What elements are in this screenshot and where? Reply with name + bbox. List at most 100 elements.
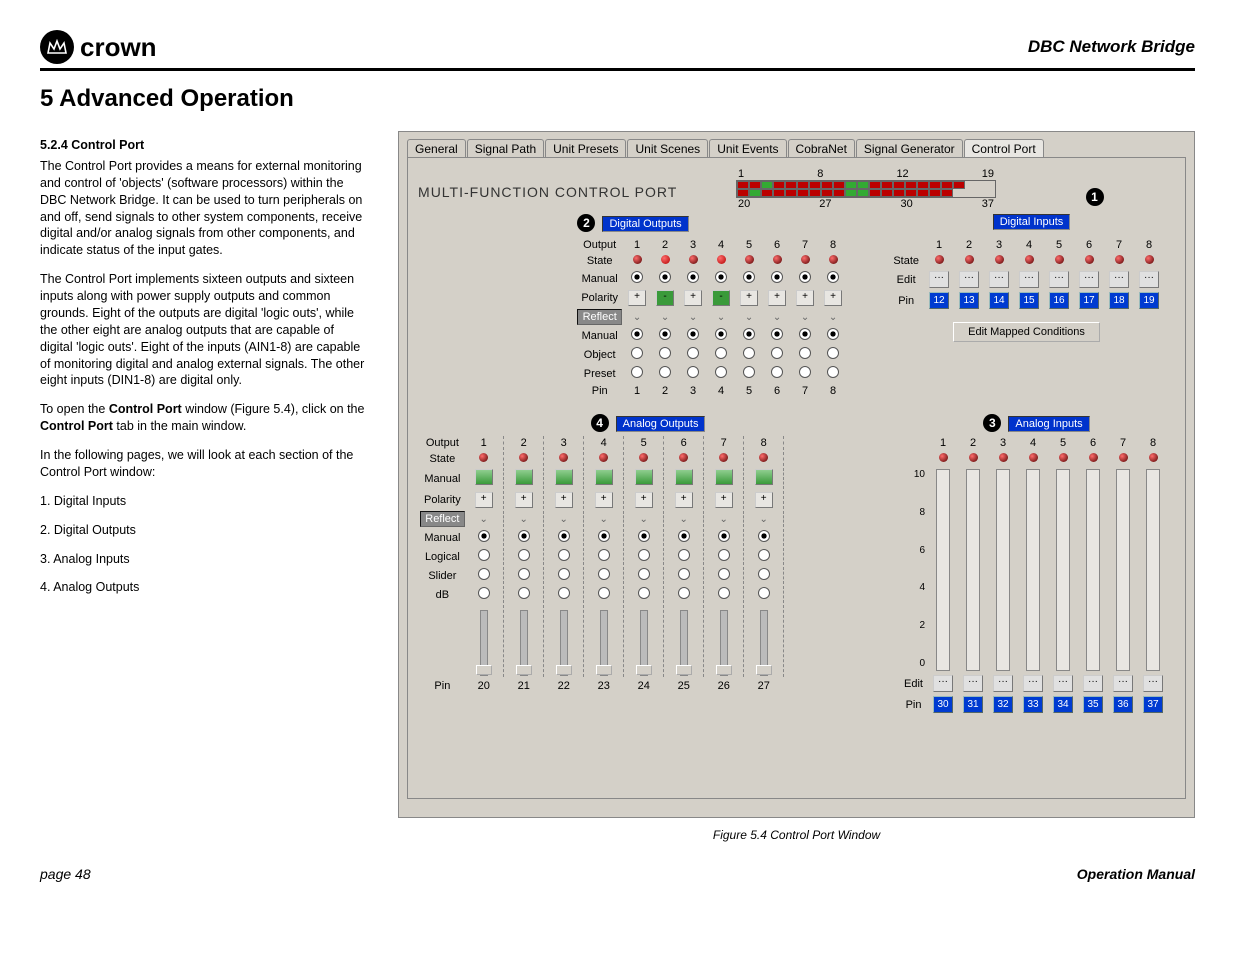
manual-button[interactable]	[675, 469, 693, 485]
radio-preset[interactable]	[687, 366, 699, 378]
radio-manual[interactable]	[598, 530, 610, 542]
chevron-down-icon[interactable]: ⌄	[661, 312, 669, 323]
slider-thumb[interactable]	[716, 665, 732, 675]
radio-slider[interactable]	[678, 568, 690, 580]
radio-preset[interactable]	[827, 366, 839, 378]
radio-slider[interactable]	[558, 568, 570, 580]
manual-button[interactable]	[555, 469, 573, 485]
manual-button[interactable]	[715, 469, 733, 485]
radio-object[interactable]	[631, 347, 643, 359]
polarity-toggle[interactable]: +	[515, 492, 533, 508]
radio-object[interactable]	[743, 347, 755, 359]
radio-manual[interactable]	[638, 530, 650, 542]
radio-slider[interactable]	[758, 568, 770, 580]
polarity-toggle[interactable]: +	[740, 290, 758, 306]
radio-db[interactable]	[598, 587, 610, 599]
chevron-down-icon[interactable]: ⌄	[480, 514, 488, 525]
radio-object[interactable]	[715, 347, 727, 359]
polarity-toggle[interactable]: +	[635, 492, 653, 508]
tab-unit-events[interactable]: Unit Events	[709, 139, 786, 158]
radio-object[interactable]	[799, 347, 811, 359]
tab-unit-scenes[interactable]: Unit Scenes	[627, 139, 708, 158]
edit-button[interactable]: ···	[1113, 675, 1133, 692]
edit-button[interactable]: ···	[959, 271, 979, 288]
radio-manual[interactable]	[771, 271, 783, 283]
polarity-toggle[interactable]: -	[712, 290, 730, 306]
radio-logical[interactable]	[518, 549, 530, 561]
radio-preset[interactable]	[659, 366, 671, 378]
radio-manual[interactable]	[758, 530, 770, 542]
chevron-down-icon[interactable]: ⌄	[633, 312, 641, 323]
edit-button[interactable]: ···	[989, 271, 1009, 288]
chevron-down-icon[interactable]: ⌄	[745, 312, 753, 323]
radio-preset[interactable]	[743, 366, 755, 378]
radio-manual[interactable]	[631, 328, 643, 340]
radio-slider[interactable]	[518, 568, 530, 580]
radio-manual[interactable]	[478, 530, 490, 542]
tab-signal-generator[interactable]: Signal Generator	[856, 139, 963, 158]
polarity-toggle[interactable]: +	[796, 290, 814, 306]
radio-db[interactable]	[518, 587, 530, 599]
radio-manual[interactable]	[659, 271, 671, 283]
manual-button[interactable]	[475, 469, 493, 485]
manual-button[interactable]	[635, 469, 653, 485]
edit-button[interactable]: ···	[1049, 271, 1069, 288]
radio-logical[interactable]	[638, 549, 650, 561]
radio-manual[interactable]	[631, 271, 643, 283]
tab-unit-presets[interactable]: Unit Presets	[545, 139, 626, 158]
polarity-toggle[interactable]: -	[656, 290, 674, 306]
chevron-down-icon[interactable]: ⌄	[829, 312, 837, 323]
radio-manual[interactable]	[799, 271, 811, 283]
edit-button[interactable]: ···	[929, 271, 949, 288]
slider-thumb[interactable]	[636, 665, 652, 675]
slider-thumb[interactable]	[676, 665, 692, 675]
radio-manual[interactable]	[771, 328, 783, 340]
radio-manual[interactable]	[687, 328, 699, 340]
radio-db[interactable]	[758, 587, 770, 599]
radio-manual[interactable]	[827, 328, 839, 340]
slider-thumb[interactable]	[516, 665, 532, 675]
polarity-toggle[interactable]: +	[755, 492, 773, 508]
radio-manual[interactable]	[743, 271, 755, 283]
radio-logical[interactable]	[678, 549, 690, 561]
slider-thumb[interactable]	[476, 665, 492, 675]
radio-manual[interactable]	[827, 271, 839, 283]
radio-preset[interactable]	[715, 366, 727, 378]
edit-button[interactable]: ···	[1109, 271, 1129, 288]
tab-cobranet[interactable]: CobraNet	[788, 139, 855, 158]
radio-logical[interactable]	[558, 549, 570, 561]
radio-db[interactable]	[718, 587, 730, 599]
edit-button[interactable]: ···	[963, 675, 983, 692]
polarity-toggle[interactable]: +	[628, 290, 646, 306]
chevron-down-icon[interactable]: ⌄	[640, 514, 648, 525]
polarity-toggle[interactable]: +	[555, 492, 573, 508]
chevron-down-icon[interactable]: ⌄	[720, 514, 728, 525]
slider-thumb[interactable]	[596, 665, 612, 675]
radio-logical[interactable]	[478, 549, 490, 561]
radio-manual[interactable]	[715, 271, 727, 283]
radio-preset[interactable]	[771, 366, 783, 378]
polarity-toggle[interactable]: +	[475, 492, 493, 508]
radio-manual[interactable]	[558, 530, 570, 542]
manual-button[interactable]	[595, 469, 613, 485]
chevron-down-icon[interactable]: ⌄	[801, 312, 809, 323]
edit-button[interactable]: ···	[993, 675, 1013, 692]
radio-manual[interactable]	[659, 328, 671, 340]
radio-object[interactable]	[687, 347, 699, 359]
radio-db[interactable]	[678, 587, 690, 599]
radio-manual[interactable]	[678, 530, 690, 542]
polarity-toggle[interactable]: +	[715, 492, 733, 508]
radio-db[interactable]	[558, 587, 570, 599]
manual-button[interactable]	[755, 469, 773, 485]
slider-thumb[interactable]	[556, 665, 572, 675]
chevron-down-icon[interactable]: ⌄	[717, 312, 725, 323]
polarity-toggle[interactable]: +	[595, 492, 613, 508]
radio-manual[interactable]	[799, 328, 811, 340]
radio-slider[interactable]	[478, 568, 490, 580]
edit-button[interactable]: ···	[1083, 675, 1103, 692]
radio-db[interactable]	[478, 587, 490, 599]
radio-slider[interactable]	[718, 568, 730, 580]
polarity-toggle[interactable]: +	[768, 290, 786, 306]
chevron-down-icon[interactable]: ⌄	[560, 514, 568, 525]
polarity-toggle[interactable]: +	[824, 290, 842, 306]
